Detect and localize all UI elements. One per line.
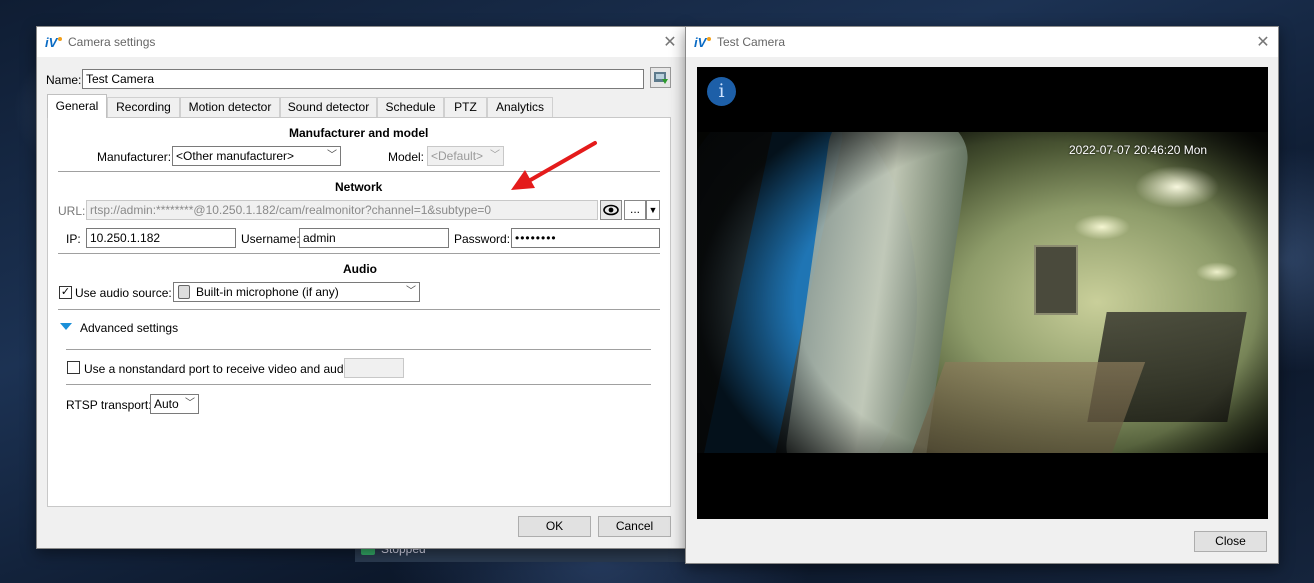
tab-schedule[interactable]: Schedule — [377, 97, 444, 117]
cancel-button[interactable]: Cancel — [598, 516, 671, 537]
app-logo-icon: iV — [45, 34, 63, 50]
manufacturer-select[interactable]: <Other manufacturer> ﹀ — [172, 146, 341, 166]
rtsp-transport-label: RTSP transport: — [66, 398, 152, 412]
camera-frame-image: 2022-07-07 20:46:20 Mon — [697, 132, 1268, 453]
password-label: Password: — [454, 232, 511, 246]
divider — [58, 253, 660, 254]
username-input[interactable]: admin — [299, 228, 449, 248]
rtsp-transport-select[interactable]: Auto ﹀ — [150, 394, 199, 414]
fisheye-vignette — [697, 132, 1268, 453]
divider — [66, 384, 651, 385]
annotation-arrow — [511, 141, 597, 190]
settings-window-title: Camera settings — [68, 35, 156, 49]
eye-icon — [603, 204, 619, 216]
tab-general[interactable]: General — [47, 94, 107, 118]
chevron-down-icon: ﹀ — [327, 150, 337, 161]
url-more-button[interactable]: ... — [624, 200, 646, 220]
tab-recording[interactable]: Recording — [107, 97, 180, 117]
nonstandard-port-label: Use a nonstandard port to receive video … — [84, 362, 357, 376]
advanced-settings-label: Advanced settings — [80, 321, 179, 335]
rtsp-transport-value: Auto — [154, 397, 179, 411]
preview-close-button[interactable]: Close — [1194, 531, 1267, 552]
manufacturer-label: Manufacturer: — [97, 150, 172, 164]
show-password-button[interactable] — [600, 200, 622, 220]
manufacturer-section-heading: Manufacturer and model — [289, 126, 429, 140]
model-label: Model: — [388, 150, 425, 164]
ip-label: IP: — [66, 232, 81, 246]
svg-text:iV: iV — [694, 35, 708, 49]
advanced-settings-toggle[interactable]: Advanced settings — [60, 320, 190, 336]
microphone-icon — [178, 285, 190, 299]
audio-section-heading: Audio — [343, 262, 377, 276]
name-label: Name: — [46, 73, 82, 87]
svg-text:iV: iV — [45, 35, 59, 49]
tab-sound-detector[interactable]: Sound detector — [280, 97, 377, 117]
preview-titlebar: iV Test Camera ✕ — [686, 27, 1278, 57]
triangle-down-icon — [60, 323, 72, 330]
divider — [66, 349, 651, 350]
use-audio-checkbox[interactable]: ✓ — [59, 286, 72, 299]
tab-ptz[interactable]: PTZ — [444, 97, 487, 117]
url-input[interactable]: rtsp://admin:********@10.250.1.182/cam/r… — [86, 200, 598, 220]
username-label: Username: — [241, 232, 300, 246]
ok-button[interactable]: OK — [518, 516, 591, 537]
tab-analytics[interactable]: Analytics — [487, 97, 553, 117]
audio-source-select[interactable]: Built-in microphone (if any) ﹀ — [173, 282, 420, 302]
close-icon[interactable]: ✕ — [1248, 27, 1278, 57]
port-input[interactable] — [344, 358, 404, 378]
tab-motion-detector[interactable]: Motion detector — [180, 97, 280, 117]
camera-name-input[interactable]: Test Camera — [82, 69, 644, 89]
chevron-down-icon: ﹀ — [406, 286, 416, 297]
url-dropdown-button[interactable]: ▼ — [646, 200, 660, 220]
close-icon[interactable]: ✕ — [655, 27, 685, 57]
video-viewport[interactable]: 2022-07-07 20:46:20 Mon i — [697, 67, 1268, 519]
manufacturer-value: <Other manufacturer> — [176, 149, 295, 163]
info-icon[interactable]: i — [707, 77, 736, 106]
url-label: URL: — [58, 204, 86, 218]
model-select[interactable]: <Default> ﹀ — [427, 146, 504, 166]
settings-titlebar: iV Camera settings ✕ — [37, 27, 685, 57]
password-input[interactable]: •••••••• — [511, 228, 660, 248]
use-audio-label: Use audio source: — [75, 286, 172, 300]
nonstandard-port-checkbox[interactable] — [67, 361, 80, 374]
divider — [58, 309, 660, 310]
camera-name-action-icon[interactable] — [650, 67, 671, 88]
network-section-heading: Network — [335, 180, 383, 194]
chevron-down-icon: ﹀ — [185, 398, 195, 409]
preview-window-title: Test Camera — [717, 35, 786, 49]
app-logo-icon: iV — [694, 34, 712, 50]
audio-source-value: Built-in microphone (if any) — [196, 285, 339, 299]
ip-input[interactable]: 10.250.1.182 — [86, 228, 236, 248]
chevron-down-icon: ﹀ — [490, 150, 500, 161]
model-value: <Default> — [431, 149, 484, 163]
video-timestamp: 2022-07-07 20:46:20 Mon — [1069, 143, 1208, 157]
